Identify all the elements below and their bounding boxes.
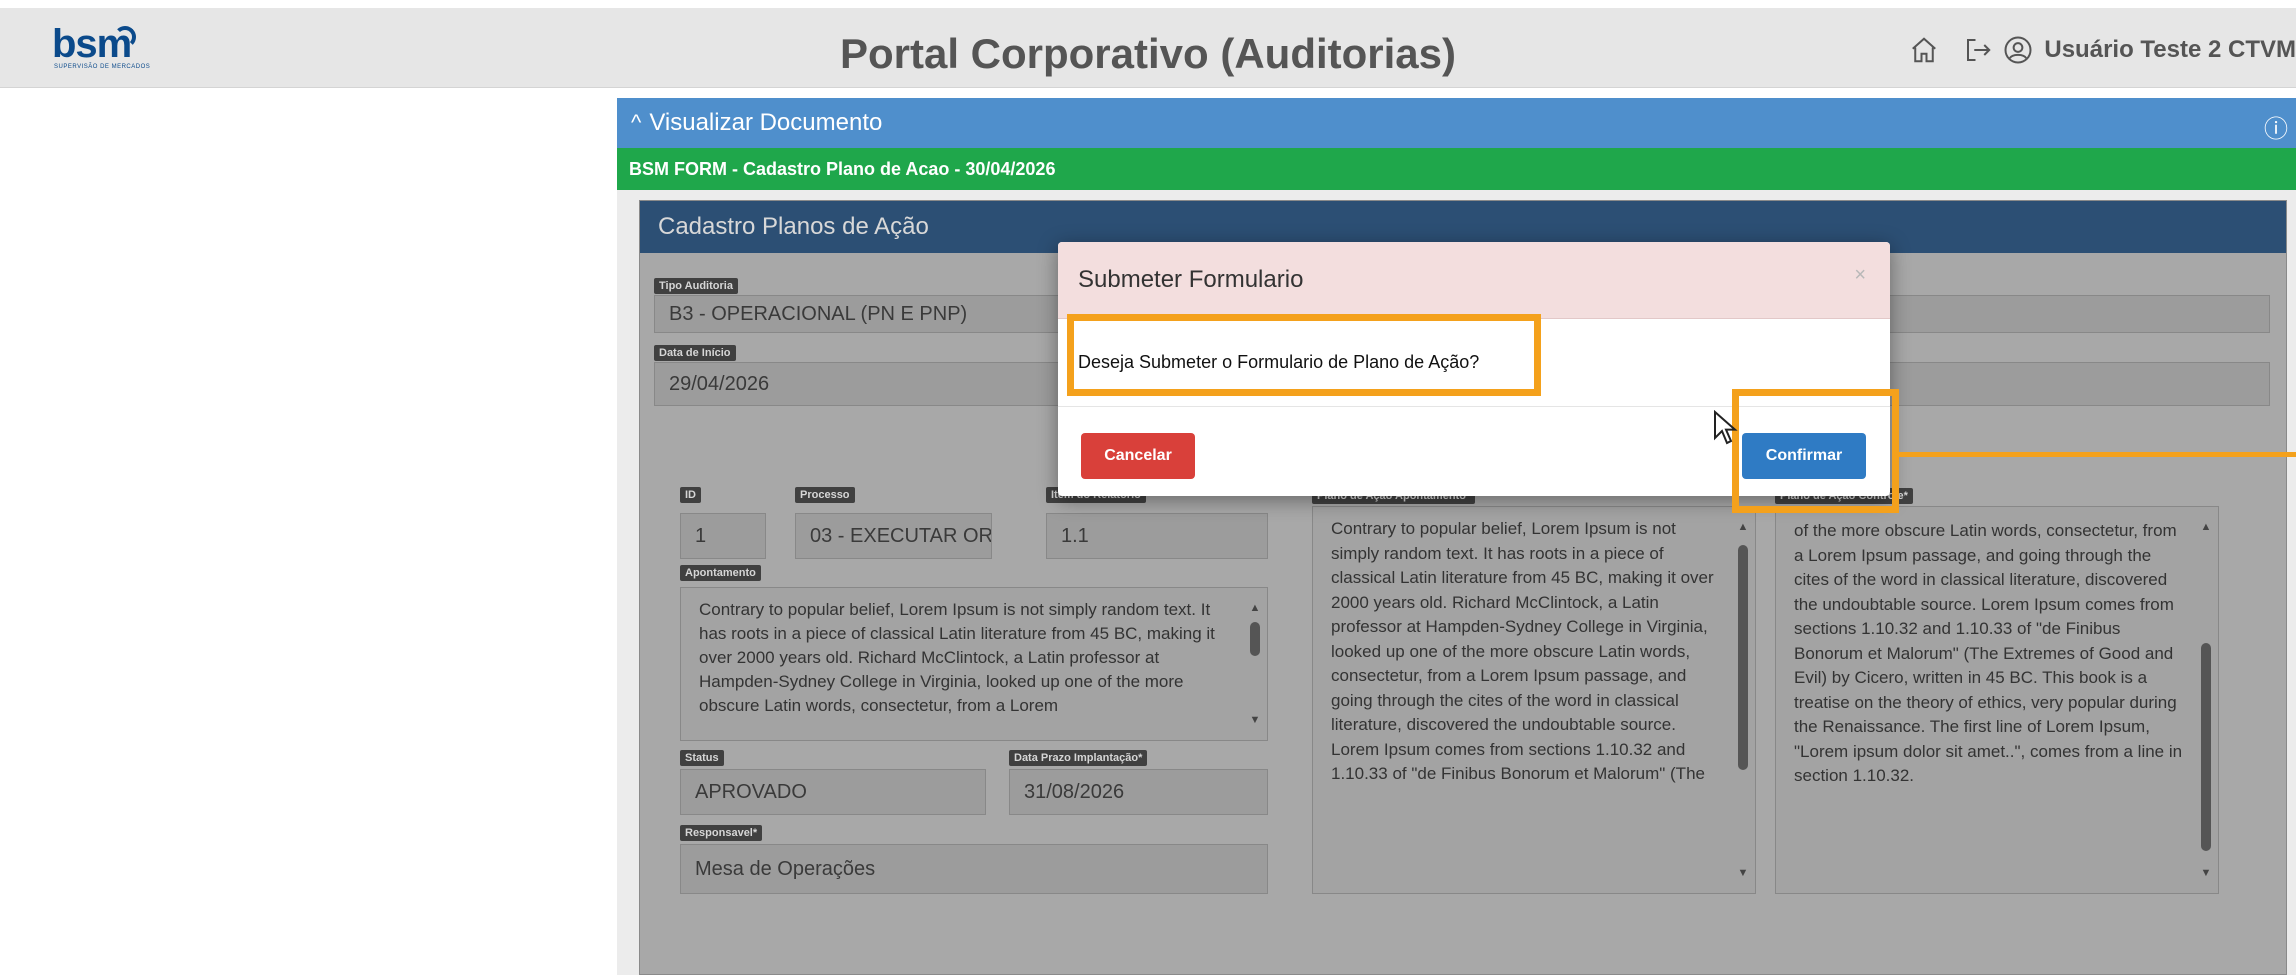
modal-title: Submeter Formulario (1078, 266, 1304, 293)
app-header: bsm SUPERVISÃO DE MERCADOS Portal Corpor… (0, 8, 2296, 88)
home-icon[interactable] (1904, 30, 1944, 70)
confirm-highlight-box (1732, 389, 1899, 513)
modal-header: Submeter Formulario × (1058, 242, 1890, 319)
user-name[interactable]: Usuário Teste 2 CTVM (2044, 36, 2296, 64)
close-icon[interactable]: × (1854, 264, 1866, 287)
logout-icon[interactable] (1958, 30, 1998, 70)
question-highlight-box (1067, 314, 1541, 396)
highlight-connector-line (1899, 452, 2296, 457)
mouse-cursor-icon (1714, 410, 1738, 445)
user-circle-icon[interactable] (1998, 30, 2038, 70)
header-actions: Usuário Teste 2 CTVM (1904, 30, 2296, 70)
modal-backdrop[interactable] (0, 88, 2296, 975)
cancel-button[interactable]: Cancelar (1081, 433, 1195, 479)
